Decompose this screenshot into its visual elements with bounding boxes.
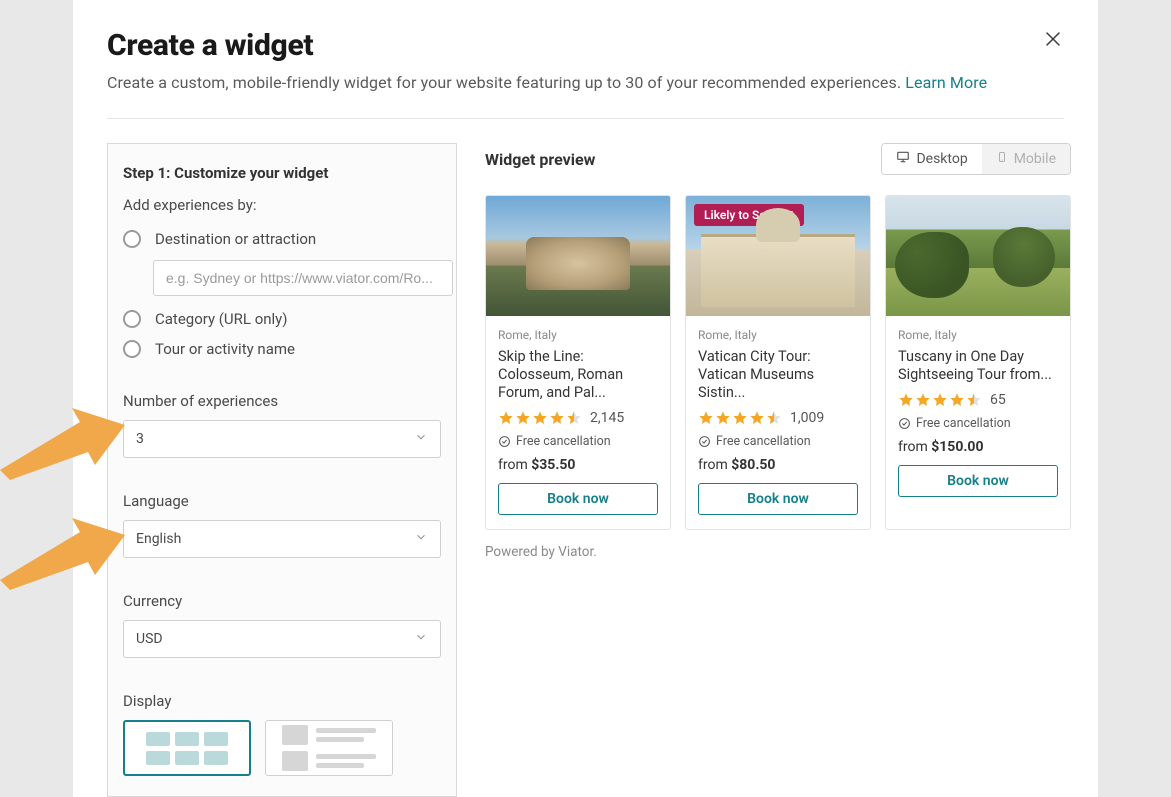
rating-count: 1,009 [790, 410, 824, 426]
rating-count: 2,145 [590, 410, 624, 426]
config-panel: Step 1: Customize your widget Add experi… [107, 143, 457, 797]
grid-thumb-icon [146, 732, 228, 765]
divider [107, 118, 1064, 119]
sellout-badge: Likely to Sell Out [694, 204, 804, 226]
free-cancellation: Free cancellation [898, 416, 1058, 431]
book-now-button[interactable]: Book now [898, 465, 1058, 497]
card-title: Tuscany in One Day Sightseeing Tour from… [898, 348, 1058, 384]
destination-input[interactable] [153, 260, 453, 296]
page-title: Create a widget [107, 28, 987, 63]
chevron-down-icon [414, 630, 428, 648]
mobile-icon [996, 150, 1008, 168]
powered-by: Powered by Viator. [485, 544, 1071, 560]
card-location: Rome, Italy [898, 328, 1058, 342]
card-price: from $150.00 [898, 439, 1058, 455]
radio-destination-label: Destination or attraction [155, 230, 316, 248]
device-desktop-label: Desktop [916, 151, 967, 167]
card-image [886, 196, 1070, 316]
learn-more-link[interactable]: Learn More [905, 73, 987, 92]
free-cancel-label: Free cancellation [516, 434, 611, 449]
radio-category[interactable] [123, 310, 141, 328]
close-icon[interactable] [1042, 28, 1064, 54]
preview-title: Widget preview [485, 150, 595, 169]
num-experiences-select[interactable]: 3 [123, 420, 441, 458]
free-cancellation: Free cancellation [498, 434, 658, 449]
check-circle-icon [498, 435, 511, 448]
display-label: Display [123, 692, 441, 710]
page-subtitle: Create a custom, mobile-friendly widget … [107, 73, 987, 92]
num-experiences-label: Number of experiences [123, 392, 441, 410]
step-title: Step 1: Customize your widget [123, 164, 441, 182]
price-amount: $150.00 [931, 439, 983, 455]
device-desktop-button[interactable]: Desktop [882, 144, 981, 174]
card-image [486, 196, 670, 316]
device-mobile-label: Mobile [1014, 151, 1056, 167]
num-experiences-value: 3 [136, 431, 144, 447]
price-amount: $80.50 [731, 457, 775, 473]
card-price: from $80.50 [698, 457, 858, 473]
free-cancel-label: Free cancellation [716, 434, 811, 449]
radio-tour-label: Tour or activity name [155, 340, 295, 358]
chevron-down-icon [414, 430, 428, 448]
display-grid-option[interactable] [123, 720, 251, 776]
preview-card: Rome, Italy Tuscany in One Day Sightseei… [885, 195, 1071, 530]
star-rating [498, 410, 582, 426]
card-image: Likely to Sell Out [686, 196, 870, 316]
card-location: Rome, Italy [498, 328, 658, 342]
preview-card: Likely to Sell Out Rome, Italy Vatican C… [685, 195, 871, 530]
add-by-label: Add experiences by: [123, 196, 441, 214]
free-cancellation: Free cancellation [698, 434, 858, 449]
desktop-icon [896, 150, 910, 168]
preview-card: Rome, Italy Skip the Line: Colosseum, Ro… [485, 195, 671, 530]
star-rating [698, 410, 782, 426]
check-circle-icon [898, 417, 911, 430]
book-now-button[interactable]: Book now [698, 483, 858, 515]
price-amount: $35.50 [531, 457, 575, 473]
from-label: from [498, 457, 528, 473]
from-label: from [698, 457, 728, 473]
radio-tour[interactable] [123, 340, 141, 358]
language-label: Language [123, 492, 441, 510]
device-mobile-button[interactable]: Mobile [982, 144, 1070, 174]
from-label: from [898, 439, 928, 455]
currency-select[interactable]: USD [123, 620, 441, 658]
card-title: Skip the Line: Colosseum, Roman Forum, a… [498, 348, 658, 402]
card-location: Rome, Italy [698, 328, 858, 342]
book-now-button[interactable]: Book now [498, 483, 658, 515]
free-cancel-label: Free cancellation [916, 416, 1011, 431]
chevron-down-icon [414, 530, 428, 548]
check-circle-icon [698, 435, 711, 448]
preview-pane: Widget preview Desktop Mobile [485, 143, 1071, 797]
star-rating [898, 392, 982, 408]
device-toggle: Desktop Mobile [881, 143, 1071, 175]
radio-destination[interactable] [123, 230, 141, 248]
list-thumb-icon [282, 725, 376, 771]
radio-category-label: Category (URL only) [155, 310, 288, 328]
card-title: Vatican City Tour: Vatican Museums Sisti… [698, 348, 858, 402]
subtitle-text: Create a custom, mobile-friendly widget … [107, 73, 901, 92]
card-price: from $35.50 [498, 457, 658, 473]
rating-count: 65 [990, 392, 1006, 408]
display-list-option[interactable] [265, 720, 393, 776]
currency-label: Currency [123, 592, 441, 610]
language-select[interactable]: English [123, 520, 441, 558]
currency-value: USD [136, 631, 163, 647]
language-value: English [136, 531, 181, 547]
